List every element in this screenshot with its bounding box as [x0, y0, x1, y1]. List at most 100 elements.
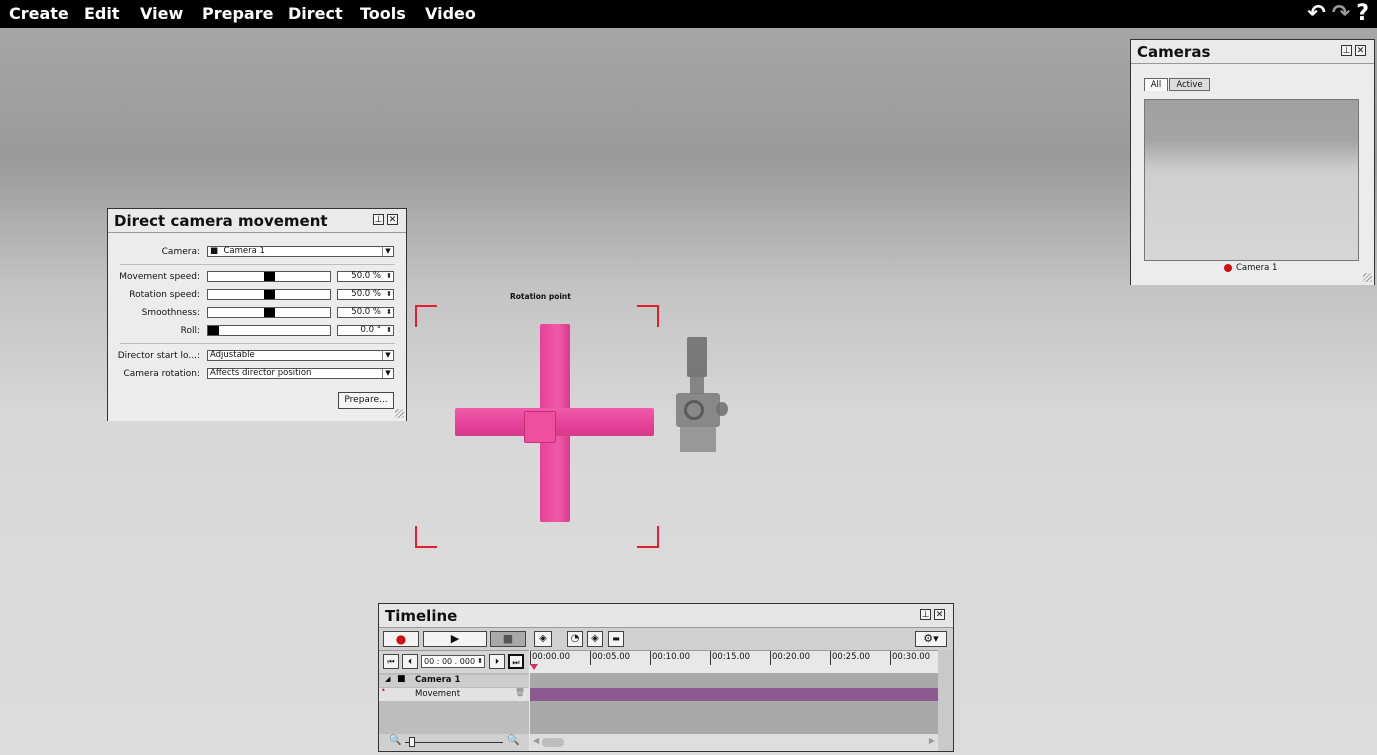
smoothness-input[interactable]: 50.0 % ⬍ [337, 307, 394, 318]
panel-body: All Active Camera 1 [1131, 63, 1374, 285]
close-icon[interactable]: ✕ [387, 214, 398, 225]
menu-view[interactable]: View [140, 4, 183, 23]
record-button[interactable]: ● [383, 631, 419, 647]
slider-thumb[interactable] [208, 326, 219, 335]
rotation-speed-slider[interactable] [207, 289, 331, 300]
ruler-label: 00:05.00 [592, 652, 631, 662]
smoothness-label: Smoothness: [141, 308, 200, 318]
roll-label: Roll: [180, 326, 200, 336]
skip-end-icon[interactable]: ⏭ [508, 654, 524, 669]
resize-grip[interactable] [1363, 273, 1372, 282]
ruler-tick [650, 651, 651, 665]
pin-icon[interactable]: ⊥ [1341, 45, 1352, 56]
camera-rotation-label: Camera rotation: [123, 369, 200, 379]
camera-rotation-select[interactable]: Affects director position ▼ [207, 368, 394, 379]
ruler-label: 00:20.00 [772, 652, 811, 662]
status-dot [1224, 264, 1232, 272]
roll-slider[interactable] [207, 325, 331, 336]
timeline-right-gutter [938, 650, 953, 751]
playhead-marker[interactable] [530, 664, 538, 670]
scroll-right-icon[interactable]: ▶ [929, 736, 935, 745]
menu-create[interactable]: Create [9, 4, 69, 23]
selection-corner [637, 305, 659, 327]
menu-prepare[interactable]: Prepare [202, 4, 273, 23]
movement-speed-input[interactable]: 50.0 % ⬍ [337, 271, 394, 282]
roll-input[interactable]: 0.0 ° ⬍ [337, 325, 394, 336]
selection-corner [415, 526, 437, 548]
subtrack-row[interactable]: • Movement 🗑 [379, 686, 529, 701]
pin-icon[interactable]: ⊥ [373, 214, 384, 225]
ruler-tick [710, 651, 711, 665]
spin-arrows-icon[interactable]: ⬍ [386, 326, 392, 335]
spin-arrows-icon[interactable]: ⬍ [386, 272, 392, 281]
add-keyframe-icon[interactable]: ◈ [587, 631, 603, 647]
prepare-button[interactable]: Prepare... [338, 392, 394, 409]
panel-body: Camera: ■ Camera 1 ▼ Movement speed: 50.… [108, 232, 406, 421]
menu-video[interactable]: Video [425, 4, 476, 23]
spin-arrows-icon[interactable]: ⬍ [386, 308, 392, 317]
time-ruler[interactable]: 00:00.00 00:05.00 00:10.00 00:15.00 00:20.00… [530, 650, 938, 673]
step-back-icon[interactable]: ⏴ [402, 654, 418, 669]
scroll-thumb[interactable] [542, 738, 564, 747]
zoom-in-icon[interactable]: 🔍 [507, 735, 519, 746]
track-row[interactable]: ◢ ■ Camera 1 [379, 674, 529, 687]
rotation-speed-input[interactable]: 50.0 % ⬍ [337, 289, 394, 300]
rotation-point-label: Rotation point [510, 292, 571, 301]
marker-icon: • [381, 686, 386, 695]
menu-edit[interactable]: Edit [84, 4, 120, 23]
collapse-triangle-icon[interactable]: ◢ [385, 675, 390, 683]
divider [120, 343, 395, 344]
help-icon[interactable]: ? [1356, 3, 1369, 25]
slider-thumb[interactable] [264, 272, 275, 281]
clock-icon[interactable]: ◔ [567, 631, 583, 647]
tab-all[interactable]: All [1144, 78, 1168, 91]
zoom-slider-thumb[interactable] [409, 737, 415, 747]
stop-button[interactable]: ■ [490, 631, 526, 647]
close-icon[interactable]: ✕ [934, 609, 945, 620]
zoom-bar: 🔍 🔍 [379, 734, 529, 751]
ruler-tick [830, 651, 831, 665]
pin-icon[interactable]: ⊥ [920, 609, 931, 620]
menu-direct[interactable]: Direct [288, 4, 343, 23]
undo-icon[interactable]: ↶ [1307, 3, 1325, 25]
slider-thumb[interactable] [264, 290, 275, 299]
screen-icon[interactable]: ▬ [608, 631, 624, 647]
zoom-slider[interactable] [405, 742, 503, 743]
skip-start-icon[interactable]: ⏮ [383, 654, 399, 669]
spin-arrows-icon[interactable]: ⬍ [477, 656, 483, 667]
zoom-out-icon[interactable]: 🔍 [389, 735, 401, 746]
camera-icon: ■ [397, 674, 406, 684]
transport-controls: ⏮ ⏴ 00 : 00 . 000 ⬍ ⏵ ⏭ [379, 650, 529, 673]
chevron-down-icon: ▼ [382, 369, 393, 378]
spin-arrows-icon[interactable]: ⬍ [386, 290, 392, 299]
smoothness-slider[interactable] [207, 307, 331, 318]
movement-clip[interactable] [530, 688, 938, 701]
camera-name-label: Camera 1 [1236, 263, 1278, 273]
trash-icon[interactable]: 🗑 [515, 688, 525, 697]
director-start-select[interactable]: Adjustable ▼ [207, 350, 394, 361]
cameras-panel: Cameras ⊥ ✕ All Active Camera 1 [1130, 39, 1375, 285]
director-start-label: Director start lo...: [117, 351, 200, 361]
play-button[interactable]: ▶ [423, 631, 487, 647]
ruler-label: 00:15.00 [712, 652, 751, 662]
selection-corner [637, 526, 659, 548]
horizontal-scrollbar[interactable]: ◀ ▶ [530, 734, 938, 751]
menu-tools[interactable]: Tools [360, 4, 406, 23]
close-icon[interactable]: ✕ [1355, 45, 1366, 56]
tab-active[interactable]: Active [1169, 78, 1210, 91]
settings-gear-icon[interactable]: ⚙▾ [915, 631, 947, 647]
scroll-left-icon[interactable]: ◀ [533, 736, 539, 745]
selection-corner [415, 305, 437, 327]
resize-grip[interactable] [395, 409, 404, 418]
redo-icon[interactable]: ↷ [1332, 3, 1350, 25]
track-area[interactable] [530, 673, 938, 734]
camera-preview[interactable] [1144, 99, 1359, 261]
step-forward-icon[interactable]: ⏵ [489, 654, 505, 669]
ruler-label: 00:25.00 [832, 652, 871, 662]
time-input[interactable]: 00 : 00 . 000 ⬍ [421, 655, 485, 668]
rotation-speed-label: Rotation speed: [129, 290, 200, 300]
movement-speed-slider[interactable] [207, 271, 331, 282]
camera-select[interactable]: ■ Camera 1 ▼ [207, 246, 394, 257]
keyframe-icon[interactable]: ◈ [534, 631, 552, 647]
slider-thumb[interactable] [264, 308, 275, 317]
